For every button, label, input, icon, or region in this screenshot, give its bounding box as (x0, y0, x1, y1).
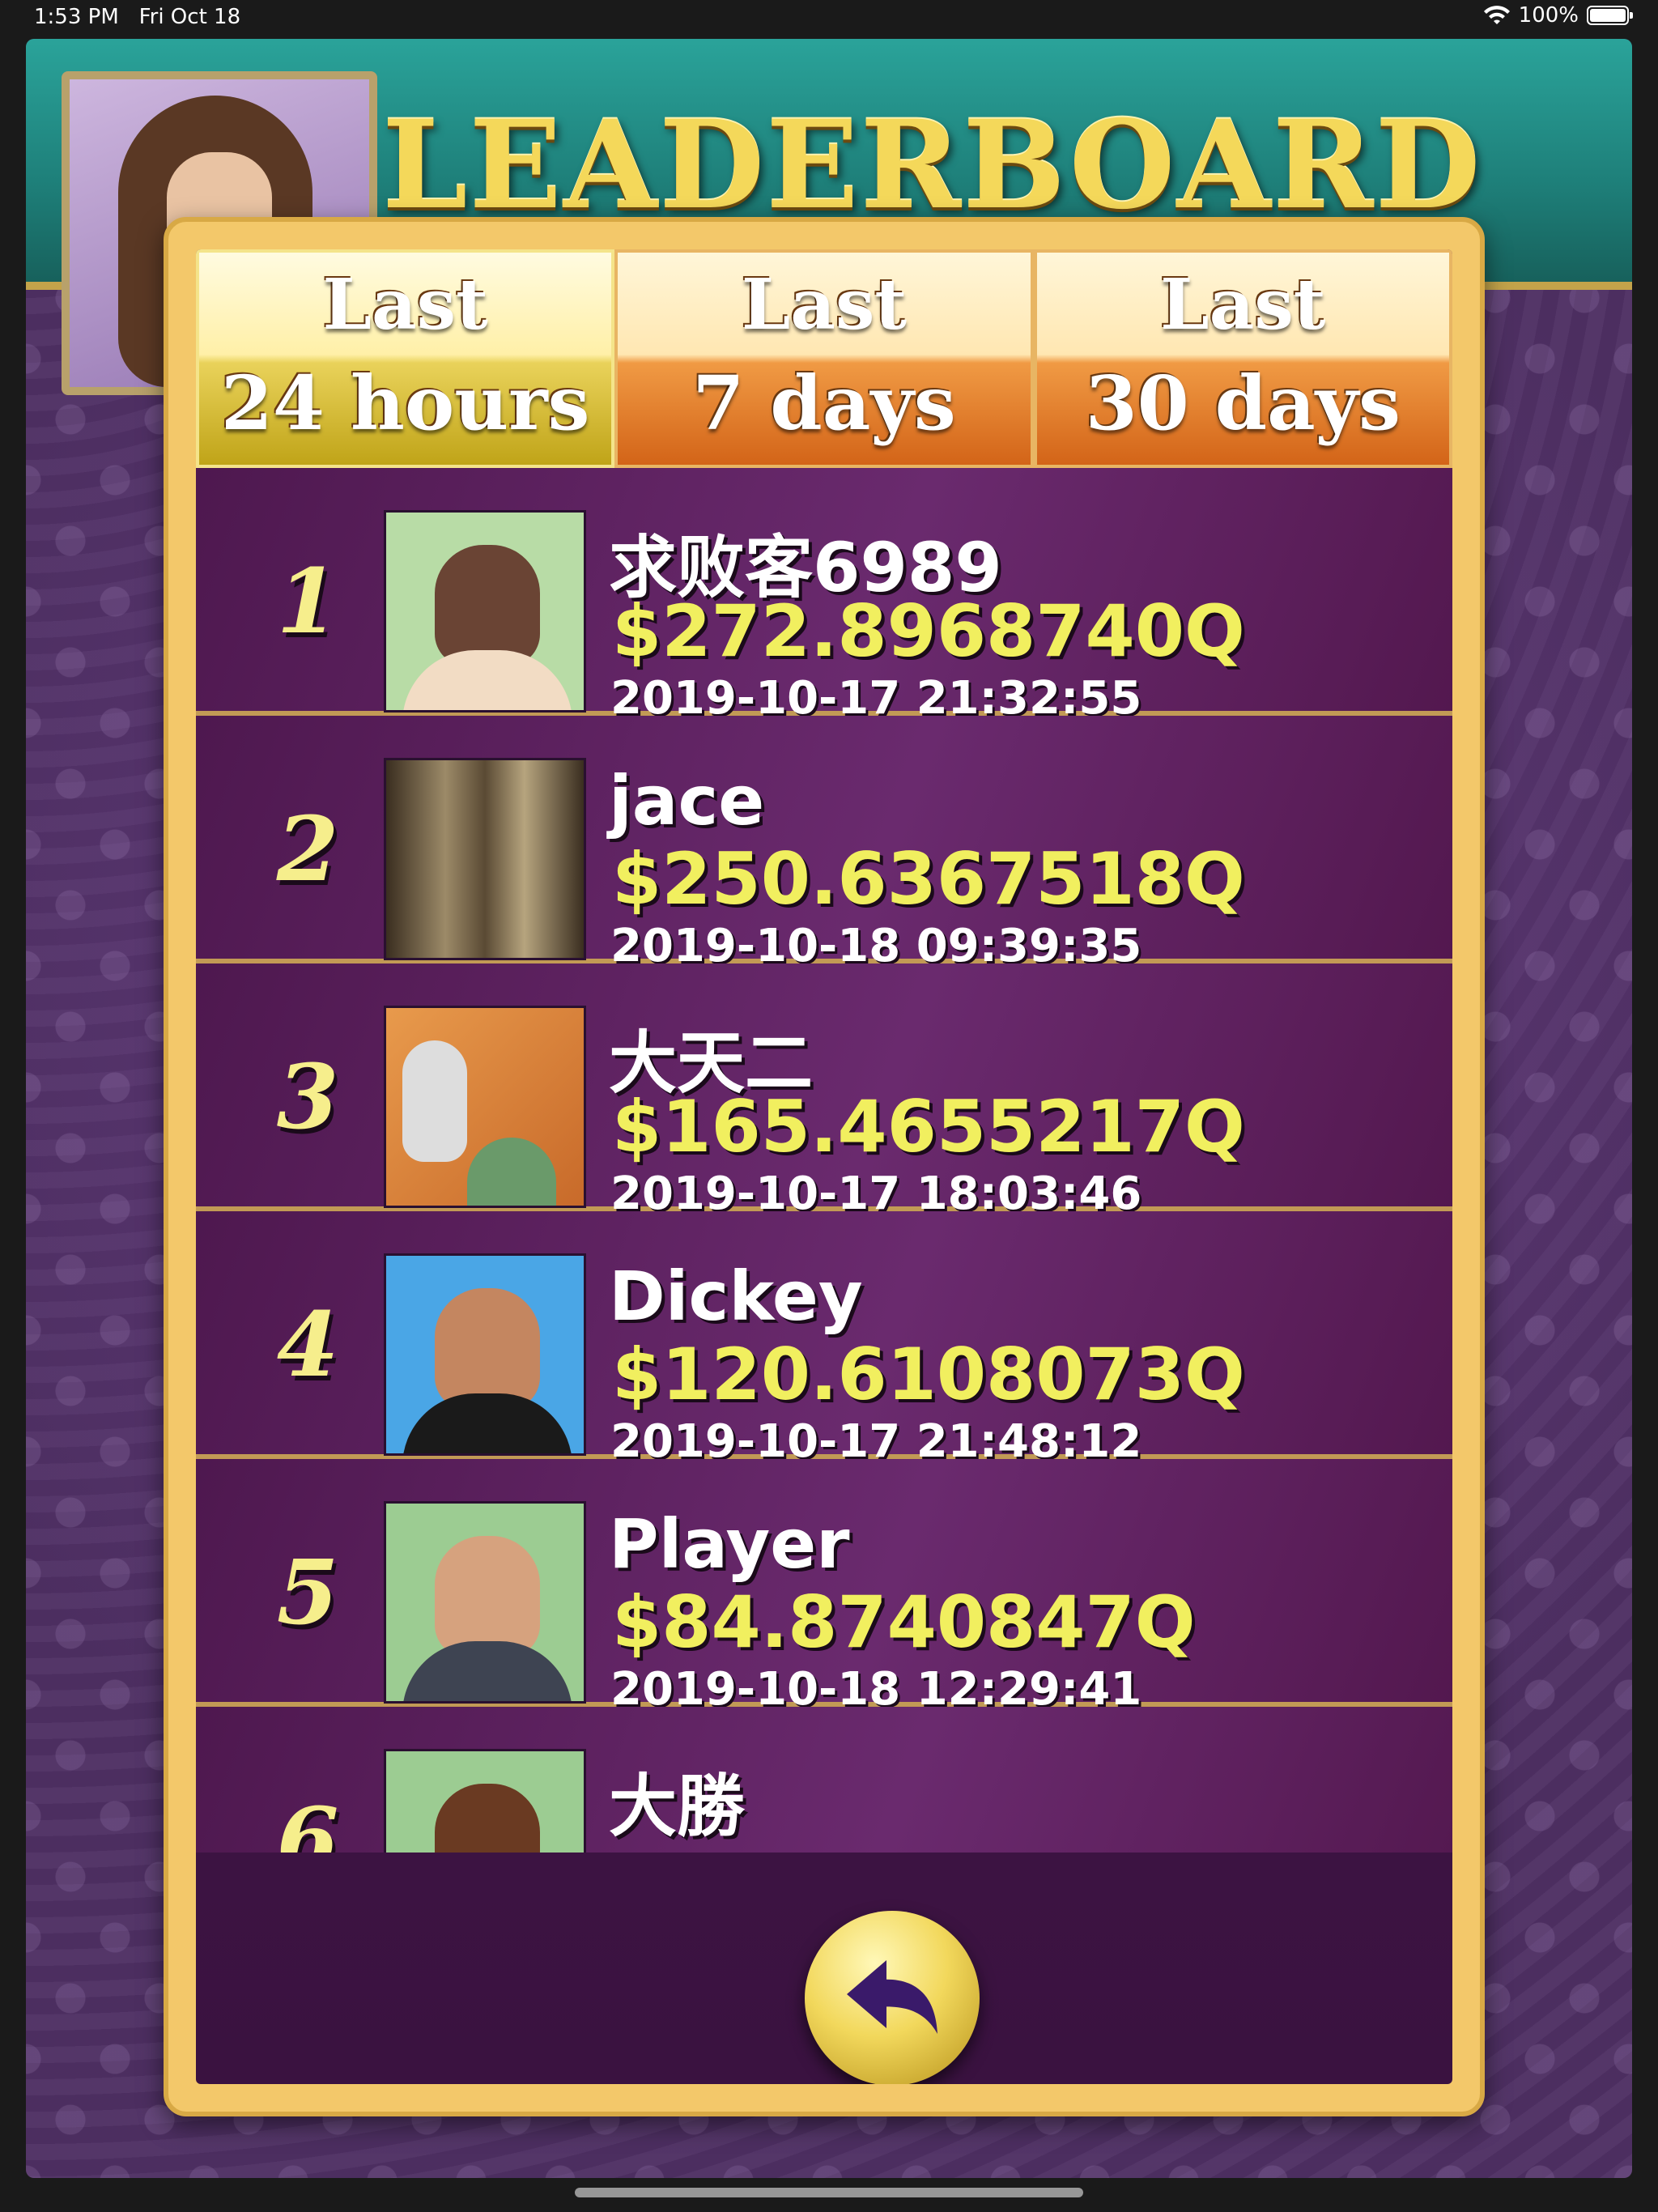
player-name: Dickey (609, 1257, 863, 1336)
player-avatar-image (384, 758, 586, 960)
player-name: Player (609, 1504, 850, 1584)
rank-number: 6 (276, 1788, 339, 1853)
rank-number: 4 (276, 1292, 339, 1397)
player-avatar-image (384, 1253, 586, 1456)
rank-number: 2 (276, 797, 339, 901)
tab-last-30-days[interactable]: Last 30 days (1033, 249, 1452, 468)
leaderboard-list[interactable]: 1 求败客6989 $272.8968740Q 2019-10-17 21:32… (196, 468, 1452, 1853)
home-indicator[interactable] (575, 2188, 1083, 2197)
player-winnings: $250.6367518Q (612, 837, 1245, 921)
player-winnings: $84.8740847Q (612, 1580, 1196, 1664)
tab-last-7-days[interactable]: Last 7 days (614, 249, 1034, 468)
time-range-tabs: Last 24 hours Last 7 days Last 30 days (196, 249, 1452, 468)
player-avatar-image (384, 1006, 586, 1208)
tab-label-line1: Last (741, 264, 908, 346)
rank-number: 5 (276, 1540, 339, 1644)
rank-number: 3 (276, 1044, 339, 1149)
tab-label-line2: 7 days (692, 359, 956, 447)
player-winnings: $272.8968740Q (612, 589, 1245, 673)
player-winnings: $165.4655217Q (612, 1085, 1245, 1168)
leaderboard-row[interactable]: 2 jace $250.6367518Q 2019-10-18 09:39:35 (196, 716, 1452, 972)
status-bar: 1:53 PM Fri Oct 18 100% (0, 0, 1658, 36)
player-winnings: $120.6108073Q (612, 1333, 1245, 1416)
leaderboard-row[interactable]: 6 大勝 (196, 1707, 1452, 1853)
leaderboard-row[interactable]: 1 求败客6989 $272.8968740Q 2019-10-17 21:32… (196, 468, 1452, 725)
player-avatar-image (384, 1749, 586, 1853)
back-button[interactable] (805, 1911, 980, 2084)
tab-label-line2: 30 days (1085, 359, 1401, 447)
player-name: jace (609, 761, 765, 840)
battery-icon (1587, 6, 1633, 25)
page-title: LEADERBOARD (382, 94, 1482, 236)
player-name: 大勝 (609, 1767, 746, 1846)
tab-label-line1: Last (1160, 264, 1326, 346)
tab-last-24-hours[interactable]: Last 24 hours (196, 249, 615, 468)
leaderboard-inner: Last 24 hours Last 7 days Last 30 days 1 (196, 249, 1452, 2084)
leaderboard-panel: Last 24 hours Last 7 days Last 30 days 1 (164, 217, 1485, 2116)
leaderboard-row[interactable]: 5 Player $84.8740847Q 2019-10-18 12:29:4… (196, 1459, 1452, 1716)
leaderboard-row[interactable]: 3 大天二 $165.4655217Q 2019-10-17 18:03:46 (196, 963, 1452, 1220)
tab-label-line1: Last (322, 264, 488, 346)
status-time: 1:53 PM Fri Oct 18 (34, 5, 241, 29)
back-arrow-icon (847, 1960, 937, 2034)
battery-percent: 100% (1518, 3, 1579, 28)
tab-label-line2: 24 hours (220, 359, 590, 447)
wifi-icon (1483, 6, 1510, 24)
player-avatar-image (384, 1501, 586, 1704)
player-avatar-image (384, 510, 586, 713)
status-right: 100% (1483, 3, 1633, 28)
game-screen: LEADERBOARD Last 24 hours Last 7 days La… (26, 39, 1632, 2178)
rank-number: 1 (276, 549, 339, 653)
leaderboard-row[interactable]: 4 Dickey $120.6108073Q 2019-10-17 21:48:… (196, 1211, 1452, 1468)
